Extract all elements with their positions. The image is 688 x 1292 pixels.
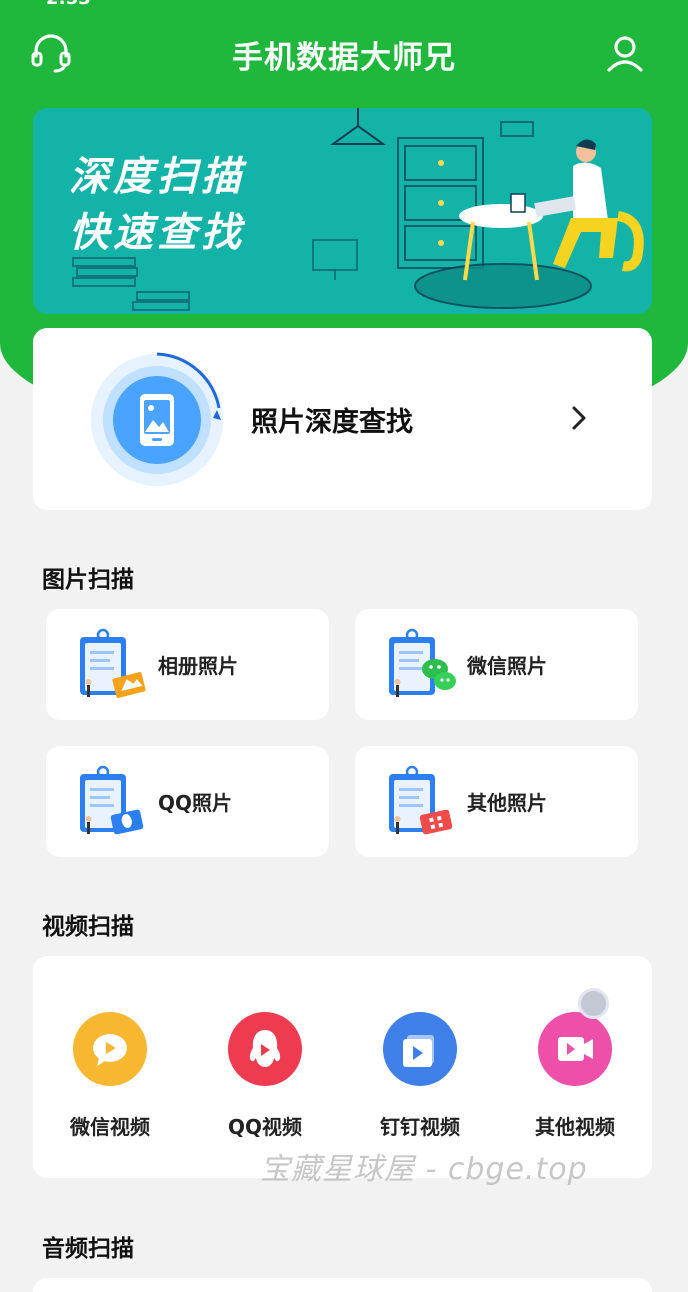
- photo-deep-search-label: 照片深度查找: [251, 407, 413, 438]
- app-title: 手机数据大师兄: [232, 40, 456, 76]
- audio-scan-card: [33, 1278, 652, 1292]
- photo-deep-search-card[interactable]: 照片深度查找: [33, 328, 652, 510]
- qq-video-item[interactable]: QQ视频: [205, 1012, 325, 1152]
- wechat-video-icon: [73, 1012, 147, 1086]
- qq-video-icon: [228, 1012, 302, 1086]
- wechat-photo-icon: [389, 628, 456, 697]
- image-scan-title: 图片扫描: [42, 567, 134, 593]
- dingtalk-video-label: 钉钉视频: [380, 1115, 460, 1139]
- status-time: 2:53: [46, 0, 91, 9]
- other-video-item[interactable]: 其他视频: [515, 1012, 635, 1152]
- qq-photo-label: QQ照片: [158, 791, 233, 815]
- wechat-photo-tile[interactable]: 微信照片: [355, 609, 638, 720]
- status-bar: 2:53: [0, 0, 688, 12]
- wechat-video-item[interactable]: 微信视频: [50, 1012, 170, 1152]
- chevron-right-icon: [568, 404, 590, 432]
- banner-illustration: [72, 108, 644, 311]
- qq-video-label: QQ视频: [227, 1115, 302, 1139]
- audio-scan-title: 音频扫描: [42, 1236, 134, 1262]
- other-photo-icon: [389, 765, 453, 835]
- wechat-photo-label: 微信照片: [467, 654, 547, 678]
- other-video-label: 其他视频: [535, 1115, 615, 1139]
- video-scan-title: 视频扫描: [42, 914, 134, 940]
- watermark-text: 宝藏星球屋 - cbge.top: [260, 1152, 588, 1187]
- album-photo-label: 相册照片: [158, 654, 238, 678]
- user-icon[interactable]: [602, 30, 648, 76]
- dingtalk-video-item[interactable]: 钉钉视频: [360, 1012, 480, 1152]
- other-video-icon: [538, 1012, 612, 1086]
- album-photo-tile[interactable]: 相册照片: [46, 609, 329, 720]
- album-photo-icon: [80, 628, 146, 698]
- wechat-video-label: 微信视频: [70, 1115, 150, 1139]
- other-photo-tile[interactable]: 其他照片: [355, 746, 638, 857]
- qq-photo-tile[interactable]: QQ照片: [46, 746, 329, 857]
- app-header: 手机数据大师兄: [0, 22, 688, 82]
- floating-assistive-button[interactable]: [578, 988, 609, 1019]
- promo-banner[interactable]: 深度扫描 快速查找: [33, 108, 652, 314]
- phone-image-icon: [85, 348, 235, 488]
- other-photo-label: 其他照片: [467, 791, 547, 815]
- dingtalk-video-icon: [383, 1012, 457, 1086]
- qq-photo-icon: [80, 765, 144, 835]
